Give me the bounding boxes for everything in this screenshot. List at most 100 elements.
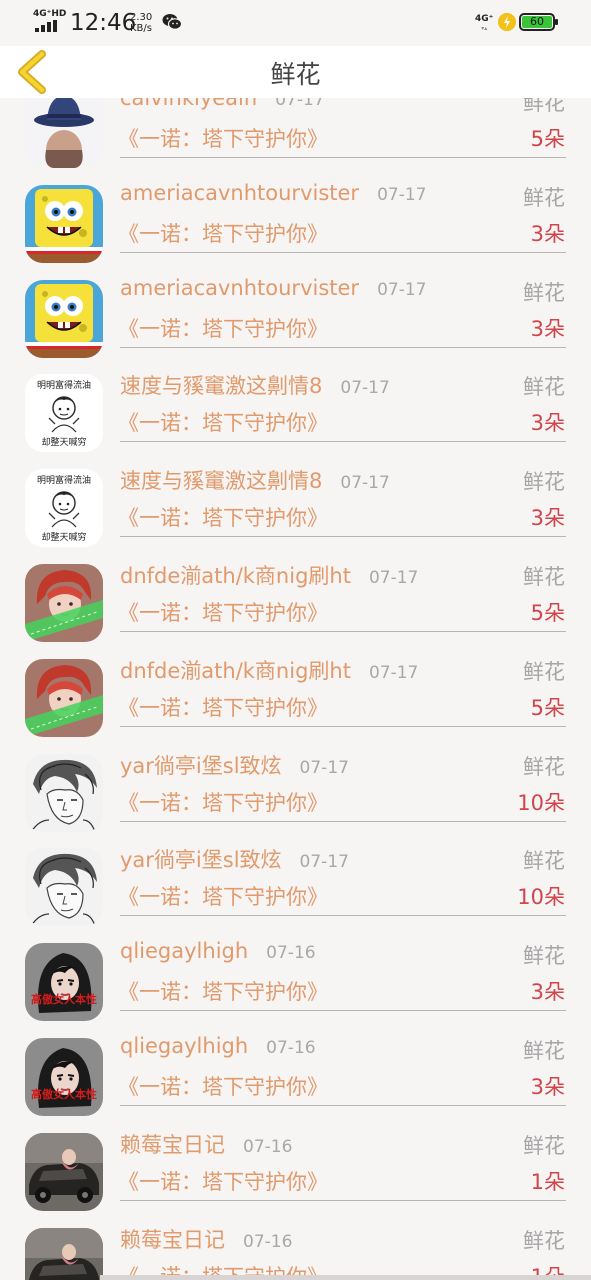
gift-type-label: 鲜花 xyxy=(523,1039,565,1063)
name-line: dnfde湔ath/k商nig刷ht 07-17 xyxy=(120,655,418,683)
row-divider xyxy=(120,1010,566,1011)
row-divider xyxy=(120,821,566,822)
meme-avatar-icon[interactable]: 明明富得流油 却整天喊穷 xyxy=(25,374,103,452)
name-line: 赖莓宝日记 07-16 xyxy=(120,1224,292,1252)
name-line: ameriacavnhtourvister 07-17 xyxy=(120,181,426,209)
list-item[interactable]: 明明富得流油 却整天喊穷 速度与豯竃激这劓情8 07-17 鲜花 《一诺：塔下守护你》 3朵 xyxy=(0,461,591,556)
list-item[interactable]: dnfde湔ath/k商nig刷ht 07-17 鲜花 《一诺：塔下守护你》 5朵 xyxy=(0,556,591,651)
list-item[interactable]: yar徜亭i堡sl致炫 07-17 鲜花 《一诺：塔下守护你》 10朵 xyxy=(0,840,591,935)
network-type: 4G⁺ xyxy=(475,14,494,24)
nav-bar: 鲜花 xyxy=(0,46,591,98)
gift-list: calvinklyeain 07-17 鲜花 《一诺：塔下守护你》 5朵 ameriaca… xyxy=(0,98,591,1280)
hat-avatar-icon[interactable] xyxy=(25,98,103,168)
name-line: calvinklyeain 07-17 xyxy=(120,98,325,114)
name-line: yar徜亭i堡sl致炫 07-17 xyxy=(120,844,349,872)
girl-avatar-icon[interactable]: 高傲女人本性 xyxy=(25,1038,103,1116)
network-indicator-secondary: 4G⁺ ▾▴ xyxy=(475,14,494,32)
gift-date: 07-17 xyxy=(377,185,427,205)
gift-date: 07-17 xyxy=(299,852,349,872)
book-title[interactable]: 《一诺：塔下守护你》 xyxy=(118,787,328,817)
username[interactable]: ameriacavnhtourvister xyxy=(120,276,359,300)
username[interactable]: yar徜亭i堡sl致炫 xyxy=(120,848,282,872)
list-item[interactable]: yar徜亭i堡sl致炫 07-17 鲜花《一诺：塔下守护你》 10朵 xyxy=(0,746,591,841)
book-title[interactable]: 《一诺：塔下守护你》 xyxy=(118,502,328,532)
page-title: 鲜花 xyxy=(270,60,321,89)
username[interactable]: 速度与豯竃激这劓情8 xyxy=(120,469,322,493)
gift-type-label: 鲜花 xyxy=(523,1134,565,1158)
book-title[interactable]: 《一诺：塔下守护你》 xyxy=(118,881,328,911)
list-item[interactable]: ameriacavnhtourvister 07-17 鲜花《一诺：塔下守护你》 3朵 xyxy=(0,177,591,272)
row-divider xyxy=(120,441,566,442)
book-title[interactable]: 《一诺：塔下守护你》 xyxy=(118,692,328,722)
username[interactable]: calvinklyeain xyxy=(120,98,257,110)
car-avatar-icon[interactable] xyxy=(25,1133,103,1211)
clock: 12:46 xyxy=(70,10,137,36)
row-divider xyxy=(120,915,566,916)
gift-type-label: 鲜花 xyxy=(523,755,565,779)
gift-type-label: 鲜花 xyxy=(523,565,565,589)
gift-type-label: 鲜花 xyxy=(523,186,565,210)
username[interactable]: yar徜亭i堡sl致炫 xyxy=(120,754,282,778)
flower-count: 3朵 xyxy=(530,222,565,246)
spongebob-avatar-icon[interactable] xyxy=(25,280,103,358)
gift-date: 07-16 xyxy=(266,943,316,963)
avatar-caption-bottom: 高傲女人本性 xyxy=(31,993,97,1006)
gift-date: 07-17 xyxy=(368,568,419,588)
charging-icon xyxy=(498,13,516,31)
flower-count: 5朵 xyxy=(530,696,565,720)
username[interactable]: 赖莓宝日记 xyxy=(120,1228,225,1252)
redhair-avatar-icon[interactable] xyxy=(25,564,103,642)
flower-count: 10朵 xyxy=(517,791,565,815)
bottom-edge xyxy=(100,1275,591,1280)
gift-date: 07-17 xyxy=(299,758,349,778)
username[interactable]: qliegaylhigh xyxy=(120,1034,248,1058)
name-line: yar徜亭i堡sl致炫 07-17 xyxy=(120,750,349,778)
network-speed-unit: KB/s xyxy=(130,23,152,34)
username[interactable]: dnfde湔ath/k商nig刷ht xyxy=(120,659,351,683)
sketch-avatar-icon[interactable] xyxy=(25,848,103,926)
row-divider xyxy=(120,252,566,253)
username[interactable]: 速度与豯竃激这劓情8 xyxy=(120,374,322,398)
sketch-avatar-icon[interactable] xyxy=(25,754,103,832)
name-line: 速度与豯竃激这劓情8 07-17 xyxy=(120,370,390,398)
girl-avatar-icon[interactable]: 高傲女人本性 xyxy=(25,943,103,1021)
book-title[interactable]: 《一诺：塔下守护你》 xyxy=(118,597,328,627)
book-title[interactable]: 《一诺：塔下守护你》 xyxy=(118,313,328,343)
book-title[interactable]: 《一诺：塔下守护你》 xyxy=(118,1071,328,1101)
username[interactable]: dnfde湔ath/k商nig刷ht xyxy=(120,564,351,588)
book-title[interactable]: 《一诺：塔下守护你》 xyxy=(118,218,328,248)
gift-type-label: 鲜花 xyxy=(523,98,565,115)
row-divider xyxy=(120,157,566,158)
gift-type-label: 鲜花 xyxy=(523,1229,565,1253)
row-divider xyxy=(120,631,566,632)
book-title[interactable]: 《一诺：塔下守护你》 xyxy=(118,123,328,153)
username[interactable]: ameriacavnhtourvister xyxy=(120,181,359,205)
list-item[interactable]: ameriacavnhtourvister 07-17 鲜花 《一诺：塔下守护你》 3朵 xyxy=(0,272,591,367)
spongebob-avatar-icon[interactable] xyxy=(25,185,103,263)
book-title[interactable]: 《一诺：塔下守护你》 xyxy=(118,1166,328,1196)
list-item[interactable]: 赖莓宝日记 07-16 鲜花 《一诺：塔下守护你》 1朵 xyxy=(0,1125,591,1220)
battery-icon: 60 xyxy=(519,13,558,31)
gift-date: 07-17 xyxy=(340,473,390,493)
list-item[interactable]: 高傲女人本性 qliegaylhigh 07-16 鲜花 《一诺：塔下守护你》 3朵 xyxy=(0,935,591,1030)
gift-date: 07-16 xyxy=(243,1137,293,1157)
gift-date: 07-16 xyxy=(266,1038,316,1058)
name-line: dnfde湔ath/k商nig刷ht 07-17 xyxy=(120,560,418,588)
list-item[interactable]: calvinklyeain 07-17 鲜花 《一诺：塔下守护你》 5朵 xyxy=(0,98,591,177)
book-title[interactable]: 《一诺：塔下守护你》 xyxy=(118,407,328,437)
list-item[interactable]: 明明富得流油 却整天喊穷 速度与豯竃激这劓情8 07-17 鲜花 《一诺：塔下守护你》 3朵 xyxy=(0,366,591,461)
flower-count: 3朵 xyxy=(530,980,565,1004)
avatar-caption-top: 明明富得流油 xyxy=(36,476,91,486)
book-title[interactable]: 《一诺：塔下守护你》 xyxy=(118,976,328,1006)
gift-date: 07-16 xyxy=(243,1232,293,1252)
username[interactable]: 赖莓宝日记 xyxy=(120,1133,225,1157)
redhair-avatar-icon[interactable] xyxy=(25,659,103,737)
car-avatar-icon[interactable] xyxy=(25,1228,103,1280)
list-item[interactable]: 赖莓宝日记 07-16 鲜花 《一诺：塔下守护你》 1朵 xyxy=(0,1220,591,1280)
list-item[interactable]: dnfde湔ath/k商nig刷ht 07-17 鲜花 《一诺：塔下守护你》 5朵 xyxy=(0,651,591,746)
meme-avatar-icon[interactable]: 明明富得流油 却整天喊穷 xyxy=(25,469,103,547)
flower-count: 3朵 xyxy=(530,506,565,530)
username[interactable]: qliegaylhigh xyxy=(120,939,248,963)
list-item[interactable]: 高傲女人本性 qliegaylhigh 07-16 鲜花 《一诺：塔下守护你》 3朵 xyxy=(0,1030,591,1125)
gift-type-label: 鲜花 xyxy=(523,281,565,305)
